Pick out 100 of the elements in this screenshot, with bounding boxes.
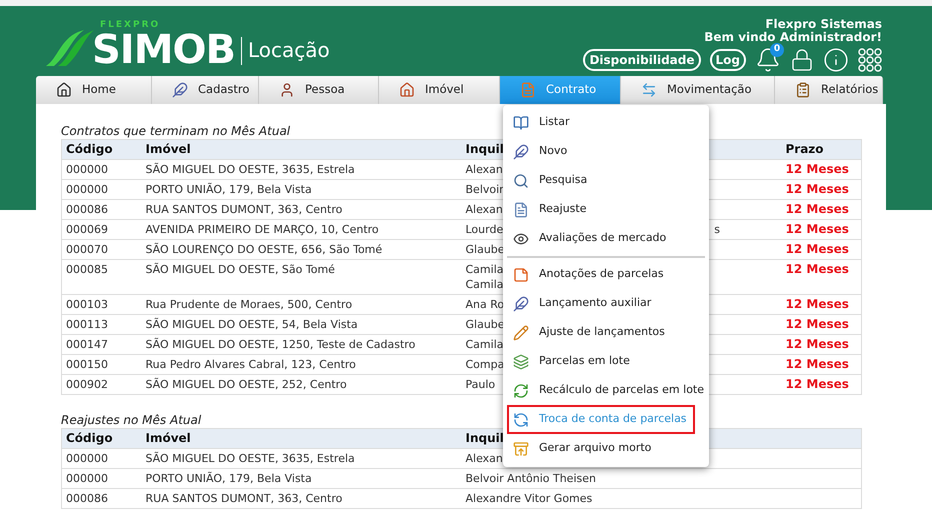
table-cell: 000147 — [62, 334, 142, 354]
note-icon — [513, 266, 529, 282]
table-cell: Rua Prudente de Moraes, 500, Centro — [142, 294, 462, 314]
nav-tab[interactable]: Cadastro — [152, 76, 259, 104]
table-cell: 000085 — [62, 260, 142, 294]
column-header: Inquil — [466, 142, 504, 156]
table-cell: 000113 — [62, 314, 142, 334]
column-header: Inquil — [466, 431, 504, 445]
table-cell: 000000 — [62, 180, 142, 200]
menu-item[interactable]: Ajuste de lançamentos — [507, 318, 705, 347]
term-cell: 12 Meses — [782, 200, 862, 220]
book-icon — [513, 114, 529, 130]
table-cell: Rua Pedro Alvares Cabral, 123, Centro — [142, 354, 462, 374]
term-cell: 12 Meses — [782, 180, 862, 200]
table-cell: 000086 — [62, 200, 142, 220]
table-cell: s — [714, 222, 720, 237]
table-cell: PORTO UNIÃO, 179, Bela Vista — [142, 468, 462, 488]
table-cell: SÃO MIGUEL DO OESTE, 54, Bela Vista — [142, 314, 462, 334]
home-icon — [56, 82, 72, 98]
nav-tab[interactable]: Imóvel — [379, 76, 500, 104]
person-icon — [279, 82, 295, 98]
table-cell: AVENIDA PRIMEIRO DE MARÇO, 10, Centro — [142, 220, 462, 240]
apps-grid-icon[interactable] — [858, 48, 882, 72]
column-header: Prazo — [786, 142, 824, 156]
term-cell: 12 Meses — [782, 260, 862, 294]
table-cell: Compa — [466, 357, 504, 372]
notification-badge: 0 — [770, 43, 784, 57]
welcome-text: Bem vindo Administrador! — [704, 31, 882, 44]
nav-tab[interactable]: Relatórios — [775, 76, 883, 104]
log-button[interactable]: Log — [710, 49, 746, 71]
table-cell: Camila — [466, 337, 504, 352]
term-cell: 12 Meses — [782, 354, 862, 374]
document-icon — [513, 202, 529, 218]
column-header: Código — [66, 431, 113, 445]
table-cell: Glaube — [466, 242, 505, 257]
column-header: Imóvel — [146, 431, 191, 445]
nav-tab[interactable]: Movimentação — [621, 76, 775, 104]
table-cell: SÃO MIGUEL DO OESTE, 252, Centro — [142, 374, 462, 394]
menu-item[interactable]: Lançamento auxiliar — [507, 289, 705, 318]
brand-subtitle: FLEXPRO — [100, 21, 162, 30]
section-title: Reajustes no Mês Atual — [61, 413, 202, 427]
table-cell: 000069 — [62, 220, 142, 240]
table-cell: 000086 — [62, 488, 142, 508]
term-cell: 12 Meses — [782, 374, 862, 394]
column-header: Imóvel — [146, 142, 191, 156]
table-cell: Lourde — [466, 222, 504, 237]
refresh-icon — [513, 412, 529, 428]
clipboard-icon — [795, 82, 811, 98]
term-cell: 12 Meses — [782, 160, 862, 180]
table-cell: 000000 — [62, 160, 142, 180]
availability-button[interactable]: Disponibilidade — [583, 49, 701, 71]
table-cell: Ana Ro — [466, 297, 504, 312]
menu-item[interactable]: Reajuste — [507, 195, 705, 224]
feather-icon — [513, 144, 529, 160]
lock-icon[interactable] — [790, 48, 814, 72]
nav-tab[interactable]: Pessoa — [259, 76, 379, 104]
term-cell: 12 Meses — [782, 240, 862, 260]
eye-icon — [513, 230, 529, 246]
table-cell: Alexan — [466, 451, 503, 466]
menu-item[interactable]: Recálculo de parcelas em lote — [507, 376, 705, 405]
nav-tab[interactable]: Home — [36, 76, 152, 104]
menu-item[interactable]: Novo — [507, 137, 705, 166]
table-cell: RUA SANTOS DUMONT, 363, Centro — [142, 200, 462, 220]
table-cell: Belvoir Antônio Theisen — [466, 471, 596, 486]
menu-item[interactable]: Anotações de parcelas — [507, 260, 705, 289]
table-cell: Alexan — [466, 162, 503, 177]
term-cell: 12 Meses — [782, 220, 862, 240]
table-cell: 000000 — [62, 468, 142, 488]
table-cell: 000000 — [62, 448, 142, 468]
logo-swoosh-icon — [44, 28, 94, 68]
table-cell: 000902 — [62, 374, 142, 394]
term-cell: 12 Meses — [782, 294, 862, 314]
menu-item[interactable]: Troca de conta de parcelas — [507, 405, 695, 434]
table-cell: Paulo — [466, 377, 496, 392]
brand-name: SIMOB — [92, 30, 235, 70]
menu-item[interactable]: Avaliações de mercado — [507, 224, 705, 253]
table-cell: Belvoir — [466, 182, 504, 197]
menu-item[interactable]: Listar — [507, 108, 705, 137]
product-name: Locação — [248, 40, 330, 60]
term-cell: 12 Meses — [782, 314, 862, 334]
table-cell: Camila Camila — [466, 262, 504, 292]
table-cell: 000103 — [62, 294, 142, 314]
table-cell: SÃO MIGUEL DO OESTE, 1250, Teste de Cadastro — [142, 334, 462, 354]
section-title: Contratos que terminam no Mês Atual — [61, 124, 290, 138]
feather-icon — [172, 82, 188, 98]
menu-item[interactable]: Parcelas em lote — [507, 347, 705, 376]
menu-item[interactable]: Pesquisa — [507, 166, 705, 195]
table-cell: SÃO MIGUEL DO OESTE, 3635, Estrela — [142, 160, 462, 180]
archive-icon — [513, 440, 529, 456]
table-cell: PORTO UNIÃO, 179, Bela Vista — [142, 180, 462, 200]
table-cell: SÃO LOURENÇO DO OESTE, 656, São Tomé — [142, 240, 462, 260]
table-cell: Alexan — [466, 202, 503, 217]
info-icon[interactable] — [823, 47, 849, 73]
search-icon — [513, 172, 529, 188]
menu-item[interactable]: Gerar arquivo morto — [507, 434, 705, 463]
term-cell: 12 Meses — [782, 334, 862, 354]
feather-icon — [513, 296, 529, 312]
house-icon — [399, 82, 415, 98]
pencil-icon — [513, 324, 529, 340]
table-cell: SÃO MIGUEL DO OESTE, 3635, Estrela — [142, 448, 462, 468]
